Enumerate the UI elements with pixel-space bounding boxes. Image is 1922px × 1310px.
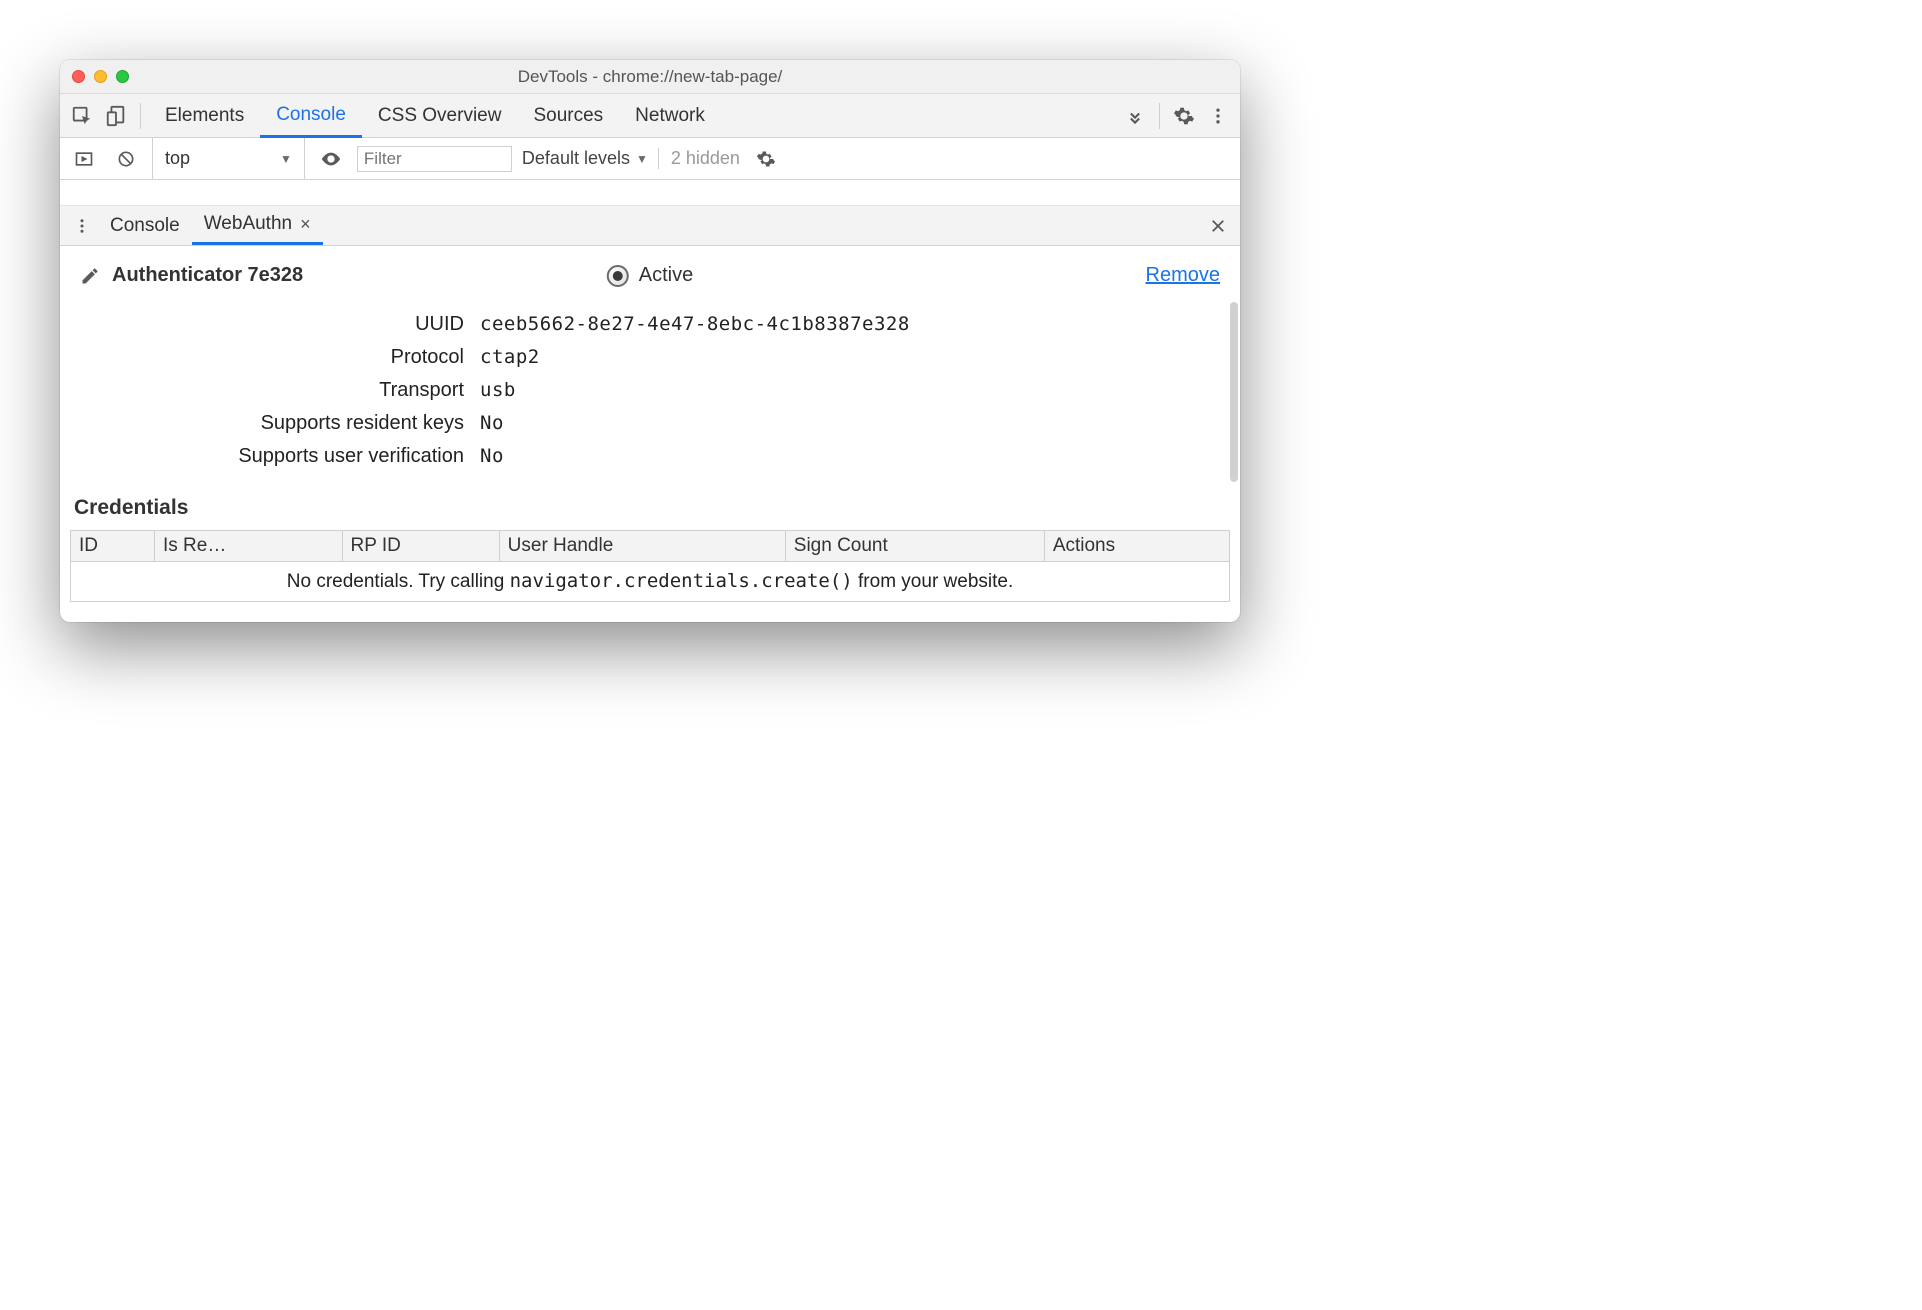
toolbar-divider <box>1159 103 1160 129</box>
hidden-messages-count[interactable]: 2 hidden <box>658 148 740 169</box>
console-settings-gear-icon[interactable] <box>750 143 782 175</box>
kebab-menu-icon[interactable] <box>1202 100 1234 132</box>
property-row: UUIDceeb5662-8e27-4e47-8ebc-4c1b8387e328 <box>80 313 1220 336</box>
empty-code: navigator.credentials.create() <box>510 570 853 592</box>
property-row: Supports resident keysNo <box>80 412 1220 435</box>
empty-credentials-message: No credentials. Try calling navigator.cr… <box>71 562 1230 602</box>
scrollbar-thumb[interactable] <box>1230 302 1238 482</box>
close-drawer-icon[interactable] <box>1202 210 1234 242</box>
property-row: Supports user verificationNo <box>80 445 1220 468</box>
drawer-tab-webauthn[interactable]: WebAuthn × <box>192 206 323 245</box>
drawer-header: Console WebAuthn × <box>60 206 1240 246</box>
console-toolbar: top ▼ Default levels ▼ 2 hidden <box>60 138 1240 180</box>
column-header[interactable]: RP ID <box>342 531 499 562</box>
column-header[interactable]: ID <box>71 531 155 562</box>
tab-console[interactable]: Console <box>260 94 362 138</box>
main-tab-strip: ElementsConsoleCSS OverviewSourcesNetwor… <box>149 94 1117 137</box>
toolbar-divider <box>140 103 141 129</box>
webauthn-panel: Authenticator 7e328 Active Remove UUIDce… <box>60 246 1240 622</box>
credentials-heading: Credentials <box>74 496 1230 520</box>
property-row: Transportusb <box>80 379 1220 402</box>
show-console-sidebar-icon[interactable] <box>68 143 100 175</box>
property-value: ceeb5662-8e27-4e47-8ebc-4c1b8387e328 <box>480 313 910 335</box>
radio-indicator-icon <box>607 265 629 287</box>
main-toolbar: ElementsConsoleCSS OverviewSourcesNetwor… <box>60 94 1240 138</box>
drawer-kebab-menu-icon[interactable] <box>66 210 98 242</box>
log-levels-select[interactable]: Default levels ▼ <box>522 148 648 169</box>
tab-network[interactable]: Network <box>619 94 721 137</box>
tab-sources[interactable]: Sources <box>517 94 619 137</box>
column-header[interactable]: Actions <box>1044 531 1229 562</box>
close-tab-icon[interactable]: × <box>300 214 311 235</box>
property-label: Transport <box>80 379 480 402</box>
device-toolbar-icon[interactable] <box>100 100 132 132</box>
clear-console-icon[interactable] <box>110 143 142 175</box>
credentials-section: Credentials IDIs Re…RP IDUser HandleSign… <box>60 484 1240 622</box>
devtools-window: DevTools - chrome://new-tab-page/ Elemen… <box>60 60 1240 622</box>
inspect-element-icon[interactable] <box>66 100 98 132</box>
tab-css-overview[interactable]: CSS Overview <box>362 94 518 137</box>
empty-prefix: No credentials. Try calling <box>287 571 510 592</box>
property-label: Protocol <box>80 346 480 369</box>
column-header[interactable]: User Handle <box>499 531 785 562</box>
dropdown-triangle-icon: ▼ <box>636 152 648 166</box>
active-radio[interactable]: Active <box>607 264 693 287</box>
drawer-tab-label: WebAuthn <box>204 213 292 235</box>
property-value: No <box>480 412 504 434</box>
tab-elements[interactable]: Elements <box>149 94 260 137</box>
credentials-table: IDIs Re…RP IDUser HandleSign CountAction… <box>70 530 1230 602</box>
edit-pencil-icon[interactable] <box>80 266 100 286</box>
console-filter-input[interactable] <box>357 146 512 172</box>
property-value: usb <box>480 379 516 401</box>
remove-authenticator-link[interactable]: Remove <box>1146 264 1220 287</box>
property-value: No <box>480 445 504 467</box>
window-title: DevTools - chrome://new-tab-page/ <box>60 67 1240 87</box>
execution-context-select[interactable]: top ▼ <box>152 138 305 179</box>
column-header[interactable]: Sign Count <box>785 531 1044 562</box>
table-row: No credentials. Try calling navigator.cr… <box>71 562 1230 602</box>
empty-suffix: from your website. <box>853 571 1014 592</box>
levels-label: Default levels <box>522 148 630 169</box>
console-output-strip <box>60 180 1240 206</box>
property-label: Supports user verification <box>80 445 480 468</box>
active-label: Active <box>639 264 693 287</box>
property-row: Protocolctap2 <box>80 346 1220 369</box>
context-label: top <box>165 148 190 169</box>
settings-gear-icon[interactable] <box>1168 100 1200 132</box>
dropdown-triangle-icon: ▼ <box>280 152 292 166</box>
authenticator-title: Authenticator 7e328 <box>112 264 303 287</box>
window-titlebar: DevTools - chrome://new-tab-page/ <box>60 60 1240 94</box>
column-header[interactable]: Is Re… <box>155 531 343 562</box>
authenticator-properties: UUIDceeb5662-8e27-4e47-8ebc-4c1b8387e328… <box>60 295 1240 484</box>
drawer-tab-label: Console <box>110 215 180 237</box>
property-label: UUID <box>80 313 480 336</box>
live-expression-eye-icon[interactable] <box>315 143 347 175</box>
more-tabs-icon[interactable] <box>1119 100 1151 132</box>
property-label: Supports resident keys <box>80 412 480 435</box>
property-value: ctap2 <box>480 346 540 368</box>
authenticator-header-row: Authenticator 7e328 Active Remove <box>60 246 1240 295</box>
drawer-tab-console[interactable]: Console <box>98 206 192 245</box>
